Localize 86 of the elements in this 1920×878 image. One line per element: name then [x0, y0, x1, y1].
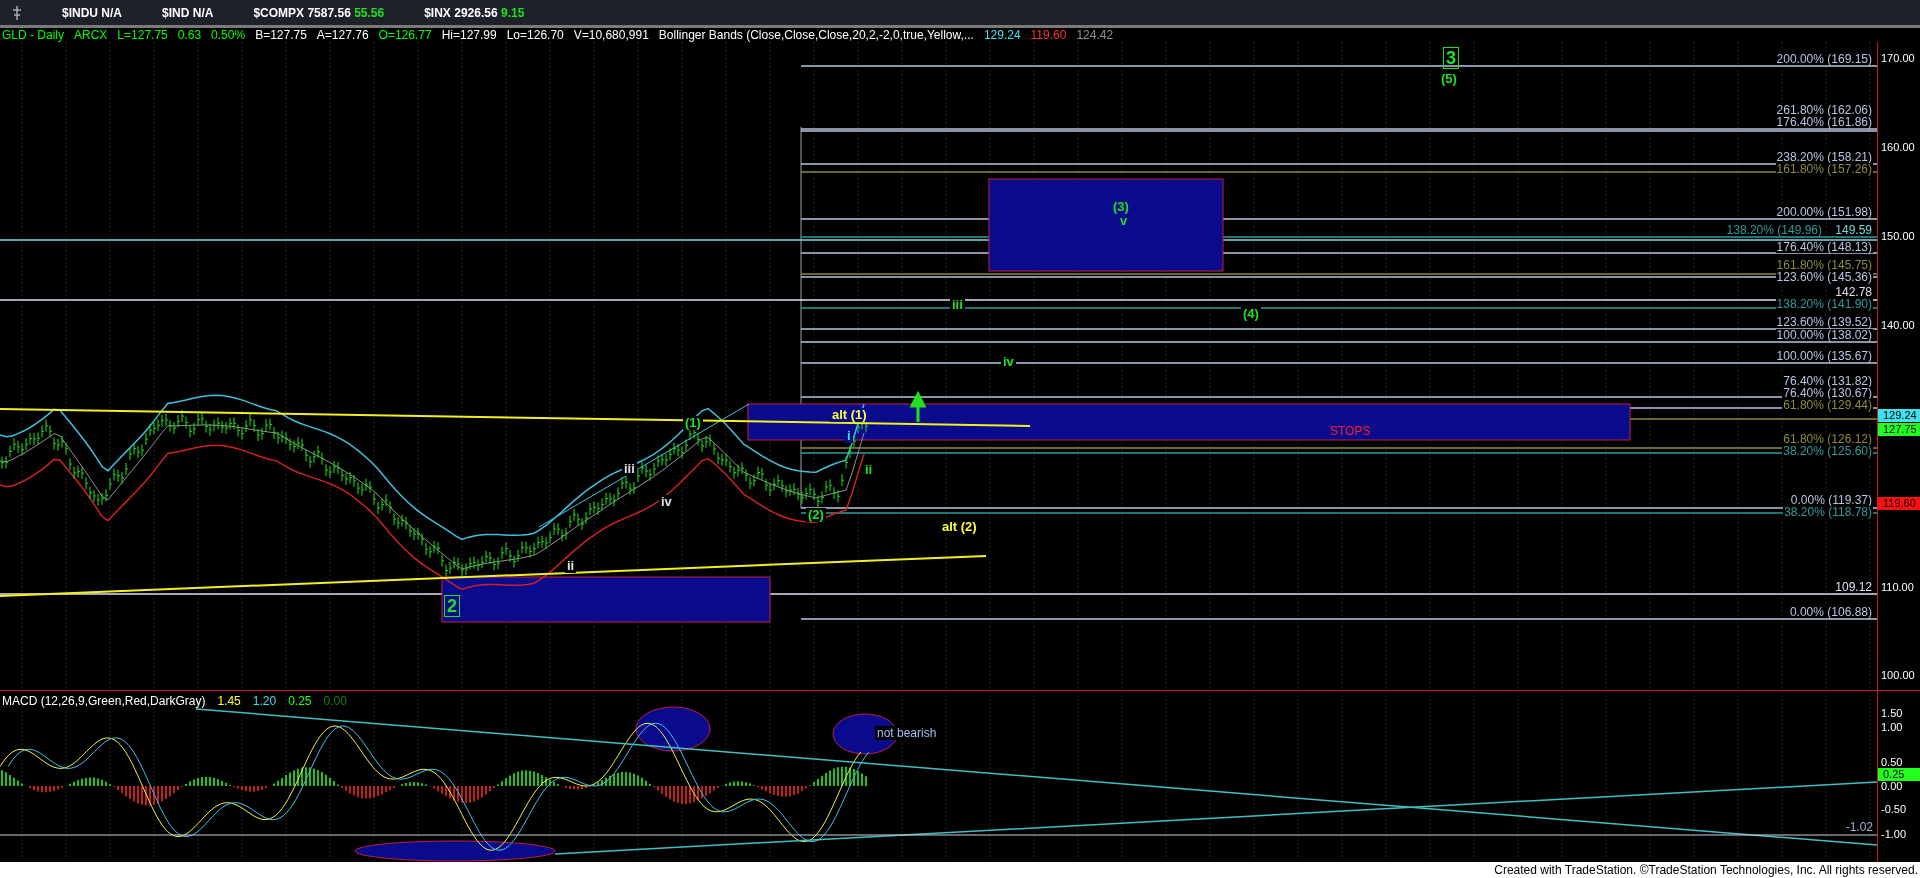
level-label: 176.40% (148.13) — [1775, 241, 1873, 253]
indicator-reading: 0.25 — [288, 694, 312, 708]
indicator-title: MACD (12,26,9,Green,Red,DarkGray) — [2, 694, 206, 708]
price-marker: 129.24 — [1878, 409, 1920, 422]
level-label: 123.60% (139.52) — [1775, 316, 1873, 328]
wave-label: iii — [622, 462, 637, 476]
header-field: B=127.75 — [255, 28, 307, 42]
level-label: 138.20% (141.90) — [1775, 298, 1873, 310]
level-label: 109.12 — [1834, 581, 1873, 593]
level-label: 100.00% (138.02) — [1775, 329, 1873, 341]
wave-label: ii — [863, 463, 875, 477]
ticker-item: $IND N/A — [162, 4, 214, 22]
header-field: Lo=126.70 — [506, 28, 564, 42]
level-label: 100.00% (135.67) — [1775, 350, 1873, 362]
axis-tick-label: 0.50 — [1881, 756, 1903, 768]
wave-label: (1) — [683, 416, 703, 430]
level-label: 61.80% (126.12) — [1782, 433, 1873, 445]
header-field: 124.42 — [1076, 28, 1114, 42]
wave-label: (2) — [806, 508, 826, 522]
price-marker: 119.60 — [1878, 497, 1920, 510]
level-label: 161.80% (145.75) — [1775, 259, 1873, 271]
wave-label: iii — [950, 298, 965, 312]
ticker-item: $COMPX 7587.56 55.56 — [253, 4, 385, 22]
axis-tick-label: 160.00 — [1881, 141, 1915, 153]
indicator-reading: 1.45 — [217, 694, 241, 708]
wave-label: alt (1) — [830, 408, 869, 422]
level-label: 161.80% (157.26) — [1775, 163, 1873, 175]
header-field: V=10,680,991 — [573, 28, 649, 42]
header-field: L=127.75 — [117, 28, 168, 42]
indicator-reading: 0.00 — [323, 694, 347, 708]
axis-tick-label: 1.00 — [1881, 721, 1903, 733]
price-marker: 127.75 — [1878, 423, 1920, 436]
axis-tick-label: -0.50 — [1881, 803, 1907, 815]
ticker-item: $INDU N/A — [62, 4, 123, 22]
wave-label: iv — [1001, 355, 1016, 369]
level-label: 0.00% (119.37) — [1789, 494, 1873, 506]
level-label: 176.40% (161.86) — [1775, 116, 1873, 128]
axis-tick-label: 170.00 — [1881, 52, 1915, 64]
header-field: 129.24 — [983, 28, 1021, 42]
zone-label: STOPS — [1330, 424, 1371, 438]
level-label: -1.02 — [1845, 820, 1873, 834]
axis-tick-label: 100.00 — [1881, 669, 1915, 681]
level-label: 261.80% (162.06) — [1775, 104, 1873, 116]
level-label: 38.20% (125.60) — [1782, 445, 1873, 457]
header-field: A=127.76 — [316, 28, 369, 42]
wave-label: ii — [565, 559, 577, 573]
level-label: 76.40% (131.82) — [1782, 375, 1873, 387]
up-arrow-icon — [910, 390, 926, 424]
header-field: 119.60 — [1030, 28, 1067, 42]
wave-label: 3 — [1443, 47, 1459, 69]
level-label: 142.78 — [1834, 286, 1873, 298]
level-label: 138.20% (149.96) — [1725, 224, 1823, 236]
wave-label: alt (2) — [940, 520, 979, 534]
axis-tick-label: -1.00 — [1881, 828, 1907, 840]
level-label: 149.59 — [1834, 224, 1873, 236]
axis-tick-label: 110.00 — [1881, 581, 1914, 593]
wave-label: 2 — [444, 595, 460, 617]
level-label: 76.40% (130.67) — [1782, 387, 1873, 399]
wave-label: (5) — [1439, 72, 1459, 86]
header-field: Hi=127.99 — [441, 28, 497, 42]
indicator-reading: 1.20 — [252, 694, 277, 708]
level-label: 0.00% (106.88) — [1788, 606, 1873, 618]
header-field: O=126.77 — [378, 28, 432, 42]
header-field: ARCX — [74, 28, 108, 42]
axis-tick-label: 140.00 — [1881, 319, 1915, 331]
footer-credit: Created with TradeStation. ©TradeStation Technologies, Inc. All rights reserved. — [1494, 863, 1918, 877]
header-field: 0.63 — [177, 28, 202, 42]
level-label: 200.00% (169.15) — [1775, 53, 1873, 65]
value-marker: 0.25 — [1878, 768, 1920, 781]
axis-tick-label: 1.50 — [1881, 707, 1903, 719]
wave-label: iv — [659, 495, 674, 509]
ticker-item: $INX 2926.56 9.15 — [424, 4, 525, 22]
level-label: 123.60% (145.36) — [1775, 271, 1873, 283]
header-field: 0.50% — [211, 28, 246, 42]
wave-label: (4) — [1241, 307, 1261, 321]
axis-tick-label: 0.00 — [1881, 780, 1903, 792]
level-label: 238.20% (158.21) — [1775, 151, 1873, 163]
chart-note: not bearish — [875, 726, 939, 740]
header-field: Bollinger Bands (Close,Close,Close,20,2,-2,0,true,Yellow,... — [658, 28, 974, 42]
level-label: 200.00% (151.98) — [1775, 206, 1873, 218]
level-label: 61.80% (129.44) — [1782, 399, 1873, 411]
header-field: GLD - Daily — [2, 28, 64, 42]
axis-tick-label: 150.00 — [1881, 230, 1915, 242]
wave-label: i — [845, 429, 853, 443]
level-label: 38.20% (118.78) — [1783, 506, 1873, 518]
wave-label: (3) — [1111, 200, 1131, 214]
